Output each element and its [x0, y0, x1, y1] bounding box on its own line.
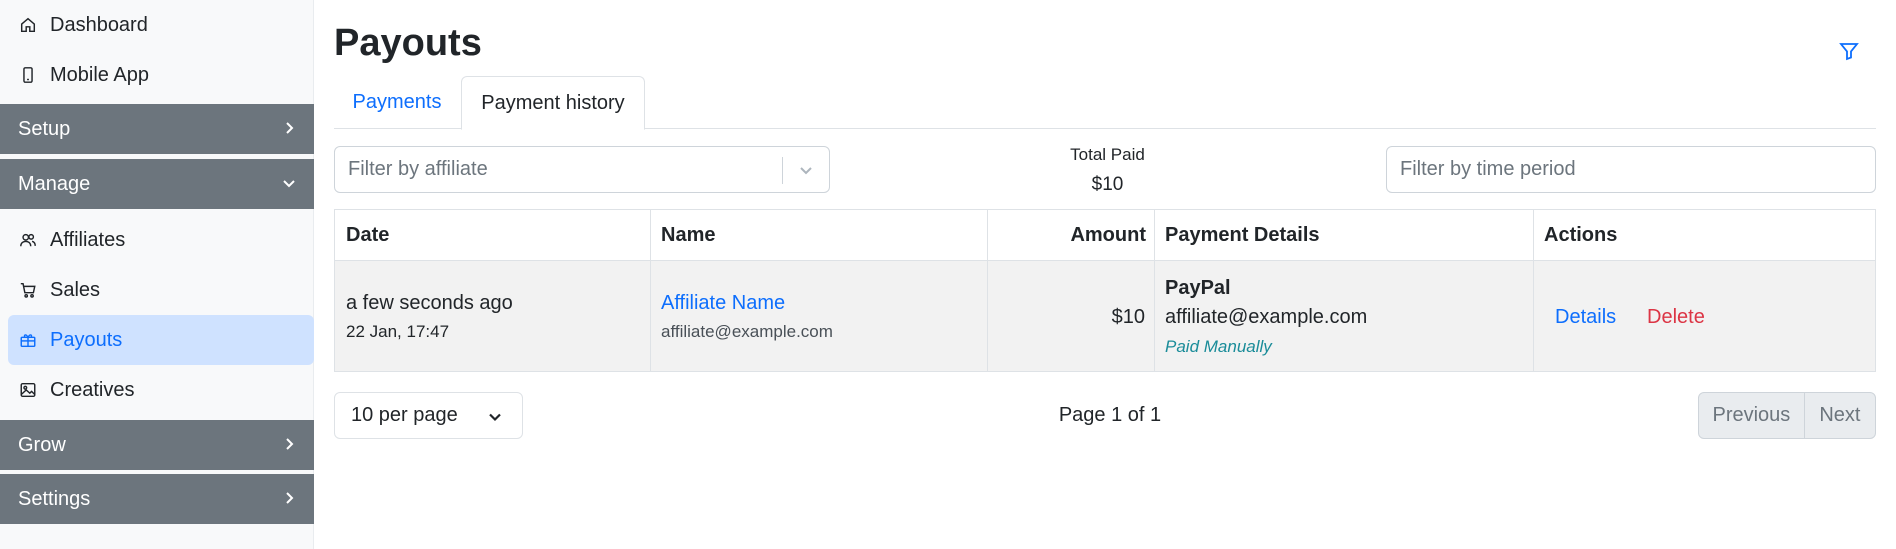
section-label: Setup: [18, 117, 71, 140]
column-divider: [650, 210, 651, 371]
tab-payments[interactable]: Payments: [334, 76, 460, 129]
sidebar-item-sales[interactable]: Sales: [0, 265, 314, 315]
chevron-down-icon: [487, 408, 503, 424]
gift-icon: [18, 330, 38, 350]
chevron-right-icon: [282, 488, 296, 511]
chevron-right-icon: [282, 118, 296, 141]
payment-history-table: Date Name Amount Payment Details Actions…: [334, 209, 1876, 372]
sidebar-item-payouts[interactable]: Payouts: [8, 315, 314, 365]
total-paid-label: Total Paid: [1070, 145, 1145, 164]
affiliate-email: affiliate@example.com: [661, 322, 833, 341]
affiliate-filter-placeholder: Filter by affiliate: [348, 158, 488, 180]
column-divider: [1533, 210, 1534, 371]
tab-payment-history[interactable]: Payment history: [461, 76, 645, 130]
filter-icon[interactable]: [1838, 40, 1860, 62]
sidebar-item-label: Sales: [50, 278, 101, 301]
details-button[interactable]: Details: [1555, 306, 1616, 329]
section-label: Grow: [18, 433, 66, 456]
select-separator: [782, 157, 783, 184]
delete-button[interactable]: Delete: [1647, 306, 1705, 329]
column-header-actions: Actions: [1533, 210, 1875, 261]
per-page-select[interactable]: 10 per page: [334, 392, 523, 439]
payment-account: affiliate@example.com: [1165, 306, 1368, 328]
sidebar-item-label: Payouts: [50, 328, 123, 351]
home-icon: [18, 15, 38, 35]
phone-icon: [18, 65, 38, 85]
payment-status: Paid Manually: [1165, 337, 1272, 356]
sidebar-section-grow[interactable]: Grow: [0, 420, 314, 470]
page-title: Payouts: [334, 22, 482, 64]
sidebar-item-label: Mobile App: [50, 63, 149, 86]
time-period-placeholder: Filter by time period: [1400, 158, 1576, 180]
sidebar-item-mobile-app[interactable]: Mobile App: [0, 50, 314, 100]
row-date-exact: 22 Jan, 17:47: [346, 322, 450, 341]
sidebar-section-setup[interactable]: Setup: [0, 104, 314, 154]
column-divider: [1154, 210, 1155, 371]
column-header-name: Name: [650, 210, 987, 261]
pagination-controls: Previous Next: [1698, 392, 1876, 439]
column-header-date: Date: [335, 210, 650, 261]
next-page-button[interactable]: Next: [1805, 393, 1875, 438]
total-paid-value: $10: [1091, 174, 1124, 195]
chevron-down-icon: [282, 173, 296, 196]
users-icon: [18, 230, 38, 250]
sidebar-item-label: Creatives: [50, 378, 135, 401]
previous-page-button[interactable]: Previous: [1699, 393, 1805, 438]
column-header-amount: Amount: [987, 210, 1154, 261]
sidebar-item-label: Dashboard: [50, 13, 148, 36]
section-label: Settings: [18, 487, 91, 510]
affiliate-filter-select[interactable]: Filter by affiliate: [334, 146, 830, 193]
sidebar: Dashboard Mobile App Setup Manage Affili…: [0, 0, 314, 549]
sidebar-item-affiliates[interactable]: Affiliates: [0, 215, 314, 265]
cart-icon: [18, 280, 38, 300]
per-page-value: 10 per page: [351, 404, 458, 426]
time-period-filter-input[interactable]: Filter by time period: [1386, 146, 1876, 193]
chevron-down-icon[interactable]: [797, 161, 815, 179]
sidebar-item-dashboard[interactable]: Dashboard: [0, 0, 314, 50]
chevron-right-icon: [282, 434, 296, 457]
tab-bar: Payments Payment history: [334, 76, 1876, 130]
sidebar-item-creatives[interactable]: Creatives: [0, 365, 314, 415]
column-divider: [987, 210, 988, 371]
affiliate-name-link[interactable]: Affiliate Name: [661, 292, 785, 315]
image-icon: [18, 380, 38, 400]
payment-amount: $10: [1111, 306, 1145, 328]
page-info: Page 1 of 1: [1058, 404, 1162, 426]
sidebar-item-label: Affiliates: [50, 228, 126, 251]
sidebar-section-settings[interactable]: Settings: [0, 474, 314, 524]
row-date-relative: a few seconds ago: [346, 292, 513, 314]
payment-method: PayPal: [1165, 277, 1231, 299]
sidebar-section-manage[interactable]: Manage: [0, 159, 314, 209]
section-label: Manage: [18, 172, 91, 195]
column-header-payment-details: Payment Details: [1154, 210, 1533, 261]
